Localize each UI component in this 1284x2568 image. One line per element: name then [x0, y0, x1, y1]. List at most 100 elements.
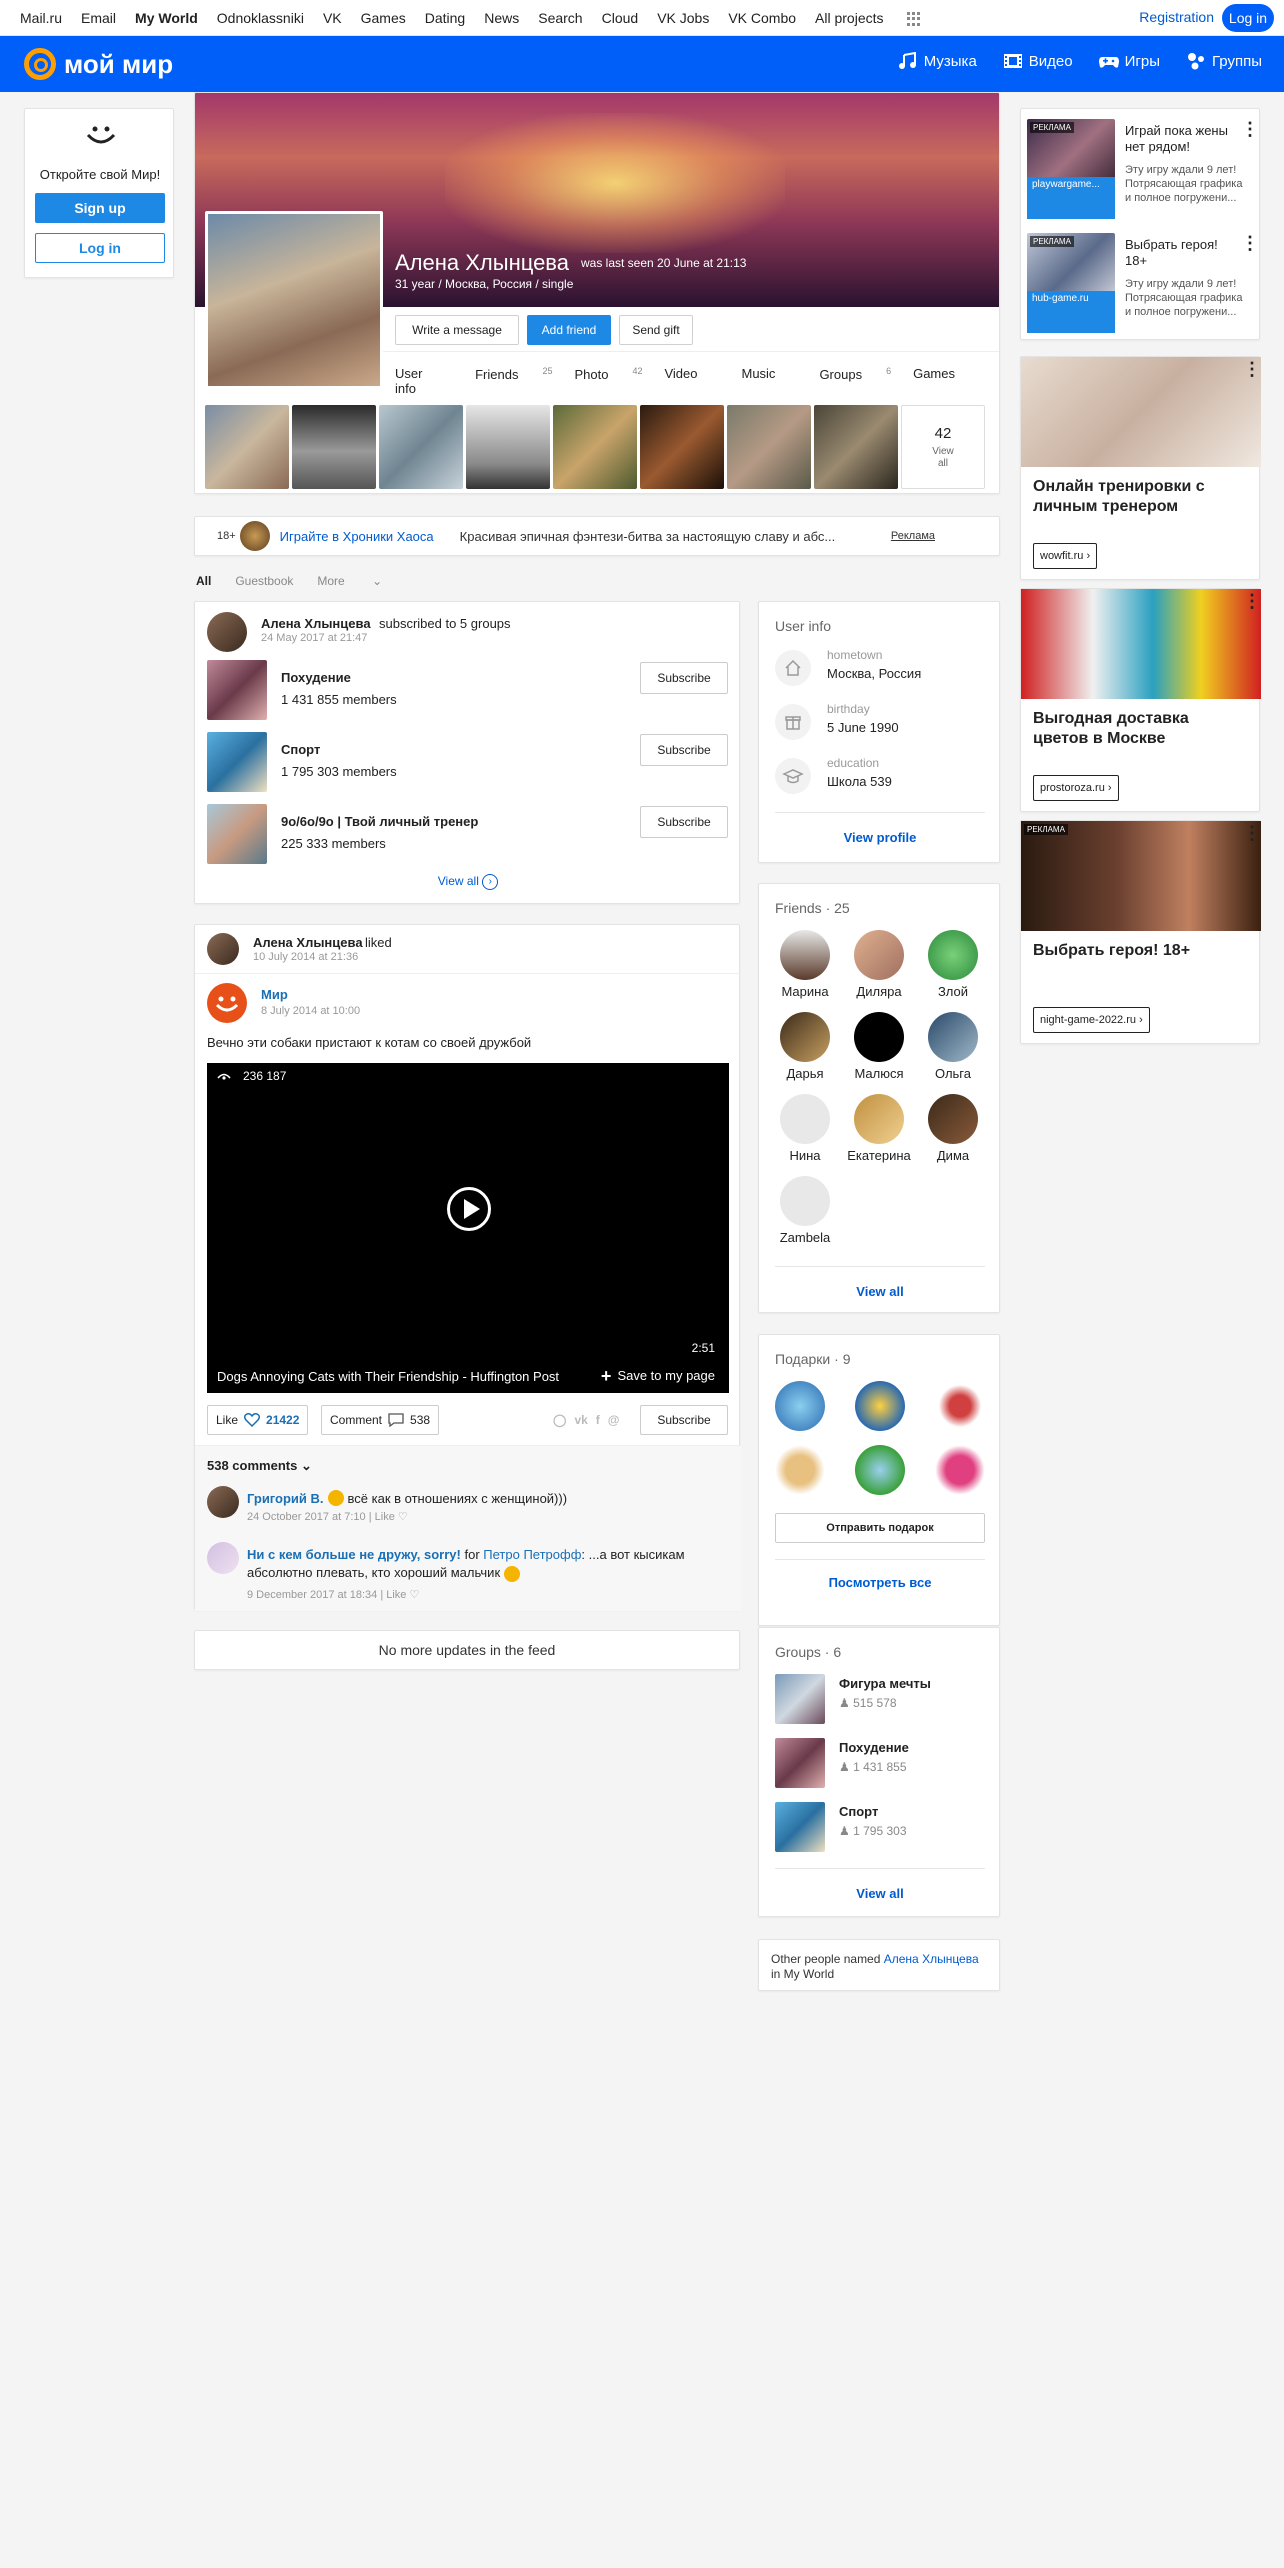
comment-like[interactable]: Like	[386, 1589, 406, 1601]
gift-globe-icon[interactable]	[775, 1381, 825, 1431]
nav-music[interactable]: Музыка	[898, 52, 977, 70]
photo-thumb[interactable]	[640, 405, 724, 489]
source-name[interactable]: Мир	[261, 987, 288, 1002]
topnav-link-mailru[interactable]: Mail.ru	[20, 10, 62, 26]
group-image[interactable]	[207, 732, 267, 792]
write-message-button[interactable]: Write a message	[395, 315, 519, 345]
comment-author[interactable]: Ни с кем больше не дружу, sorry!	[247, 1547, 461, 1562]
friend-item[interactable]: Екатерина	[843, 1094, 915, 1163]
topnav-link-ok[interactable]: Odnoklassniki	[217, 10, 304, 26]
photo-thumb[interactable]	[814, 405, 898, 489]
topnav-link-vkjobs[interactable]: VK Jobs	[657, 10, 709, 26]
group-name[interactable]: 9о/6о/9о | Твой личный тренер	[281, 814, 478, 829]
fb-share-icon[interactable]: f	[596, 1413, 600, 1427]
ad-source-button[interactable]: prostoroza.ru ›	[1033, 775, 1119, 801]
feed-tab-more[interactable]: More ⌄	[317, 574, 406, 588]
tab-video[interactable]: Video	[664, 366, 719, 396]
tab-photo[interactable]: Photo 42	[574, 366, 642, 396]
photo-thumb[interactable]	[205, 405, 289, 489]
gifts-view-all[interactable]: Посмотреть все	[759, 1575, 1001, 1590]
mymir-logo[interactable]: мой мир	[24, 48, 173, 80]
feed-tab-guestbook[interactable]: Guestbook	[235, 574, 293, 588]
video-title[interactable]: Dogs Annoying Cats with Their Friendship…	[217, 1369, 559, 1384]
photo-thumb[interactable]	[292, 405, 376, 489]
ad-item[interactable]: РЕКЛАМА hub-game.ru Выбрать героя! 18+ Э…	[1027, 233, 1259, 333]
photo-thumb[interactable]	[727, 405, 811, 489]
friend-item[interactable]: Диляра	[843, 930, 915, 999]
friend-item[interactable]: Ольга	[917, 1012, 989, 1081]
topnav-link-games[interactable]: Games	[361, 10, 406, 26]
feed-tab-all[interactable]: All	[196, 574, 211, 588]
comment-reply-to[interactable]: Петро Петрофф	[483, 1547, 581, 1562]
tab-music[interactable]: Music	[741, 366, 797, 396]
comment-like[interactable]: Like	[375, 1511, 395, 1523]
groups-view-all[interactable]: View all ›	[195, 874, 741, 890]
topnav-link-vk[interactable]: VK	[323, 10, 342, 26]
friend-item[interactable]: Злой	[917, 930, 989, 999]
post-author[interactable]: Алена Хлынцева	[261, 616, 371, 631]
topnav-link-allprojects[interactable]: All projects	[815, 10, 939, 26]
photo-thumb[interactable]	[553, 405, 637, 489]
more-options-icon[interactable]: ⋮	[1243, 592, 1261, 615]
view-profile-link[interactable]: View profile	[759, 830, 1001, 845]
post-author[interactable]: Алена Хлынцева	[253, 935, 363, 950]
more-options-icon[interactable]: ⋮	[1241, 234, 1259, 257]
add-friend-button[interactable]: Add friend	[527, 315, 611, 345]
group-image[interactable]	[207, 804, 267, 864]
gift-heart-icon[interactable]	[935, 1445, 985, 1495]
like-button[interactable]: Like 21422	[207, 1405, 309, 1435]
registration-link[interactable]: Registration	[1139, 9, 1214, 25]
topnav-link-dating[interactable]: Dating	[425, 10, 465, 26]
top-login-button[interactable]: Log in	[1222, 4, 1274, 32]
friend-item[interactable]: Дарья	[769, 1012, 841, 1081]
more-options-icon[interactable]: ⋮	[1243, 360, 1261, 383]
others-name-link[interactable]: Алена Хлынцева	[884, 1952, 979, 1966]
profile-avatar[interactable]	[205, 211, 383, 389]
post-author-avatar[interactable]	[207, 612, 247, 652]
topnav-link-search[interactable]: Search	[538, 10, 582, 26]
play-icon[interactable]	[447, 1187, 491, 1231]
topnav-link-myworld[interactable]: My World	[135, 10, 198, 26]
more-options-icon[interactable]: ⋮	[1241, 120, 1259, 143]
post-author-avatar[interactable]	[207, 933, 239, 965]
gift-at-icon[interactable]	[855, 1381, 905, 1431]
ok-share-icon[interactable]: ◯	[553, 1413, 566, 1427]
mir-source-avatar[interactable]	[207, 983, 247, 1023]
ad-label-link[interactable]: Реклама	[891, 530, 935, 542]
comments-header[interactable]: 538 comments ⌄	[207, 1458, 312, 1474]
send-gift-button[interactable]: Send gift	[619, 315, 693, 345]
vk-share-icon[interactable]: vk	[574, 1413, 587, 1427]
topnav-link-news[interactable]: News	[484, 10, 519, 26]
ad-source-button[interactable]: wowfit.ru ›	[1033, 543, 1098, 569]
ad-block-big[interactable]: ⋮ Онлайн тренировки с личным тренером wo…	[1020, 356, 1261, 580]
nav-video[interactable]: Видео	[1003, 52, 1073, 70]
comment-avatar[interactable]	[207, 1542, 239, 1574]
ad-block-big[interactable]: РЕКЛАМА ⋮ Выбрать героя! 18+ night-game-…	[1020, 820, 1261, 1044]
ad-strip-link[interactable]: Играйте в Хроники Хаоса	[280, 529, 434, 544]
nav-groups[interactable]: Группы	[1186, 52, 1262, 70]
friend-item[interactable]: Малюся	[843, 1012, 915, 1081]
group-image[interactable]	[207, 660, 267, 720]
friend-item[interactable]: Дима	[917, 1094, 989, 1163]
tab-groups[interactable]: Groups 6	[819, 366, 891, 396]
groups-view-all-link[interactable]: View all	[759, 1886, 1001, 1901]
ad-item[interactable]: РЕКЛАМА playwargame... Играй пока жены н…	[1027, 119, 1259, 219]
group-name[interactable]: Спорт	[281, 742, 320, 757]
topnav-link-vkcombo[interactable]: VK Combo	[728, 10, 796, 26]
gift-ring-icon[interactable]	[935, 1381, 985, 1431]
nav-games[interactable]: Игры	[1098, 52, 1160, 70]
friends-view-all[interactable]: View all	[759, 1284, 1001, 1299]
comment-author[interactable]: Григорий В.	[247, 1491, 324, 1506]
video-player[interactable]: 236 187 2:51 Dogs Annoying Cats with The…	[207, 1063, 729, 1393]
photos-view-all[interactable]: 42 View all	[901, 405, 985, 489]
topnav-link-cloud[interactable]: Cloud	[602, 10, 639, 26]
photo-thumb[interactable]	[466, 405, 550, 489]
topnav-link-email[interactable]: Email	[81, 10, 116, 26]
photo-thumb[interactable]	[379, 405, 463, 489]
subscribe-button[interactable]: Subscribe	[640, 734, 728, 766]
comment-button[interactable]: Comment 538	[321, 1405, 440, 1435]
send-gift-card-button[interactable]: Отправить подарок	[775, 1513, 985, 1543]
mir-share-icon[interactable]: @	[608, 1413, 620, 1427]
gift-snowglobe-icon[interactable]	[855, 1445, 905, 1495]
ad-block-big[interactable]: ⋮ Выгодная доставка цветов в Москве pros…	[1020, 588, 1261, 812]
